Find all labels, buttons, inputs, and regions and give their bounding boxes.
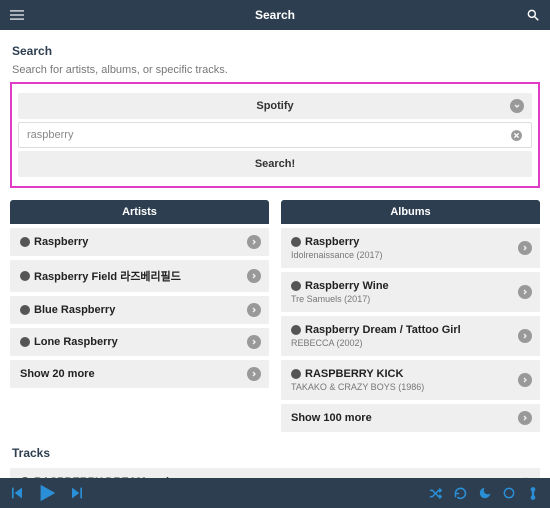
shuffle-icon[interactable] xyxy=(428,486,443,501)
track-row[interactable]: RASPBERRY DREAM-revive- xyxy=(10,468,540,478)
albums-header: Albums xyxy=(281,200,540,224)
album-name: Raspberry Wine xyxy=(305,280,389,292)
spotify-icon xyxy=(20,271,30,281)
album-sub: Idolrenaissance (2017) xyxy=(291,250,512,260)
albums-show-more[interactable]: Show 100 more xyxy=(281,404,540,432)
album-name: Raspberry Dream / Tattoo Girl xyxy=(305,324,461,336)
spotify-icon xyxy=(20,305,30,315)
album-item[interactable]: Raspberry Wine Tre Samuels (2017) xyxy=(281,272,540,312)
prev-track-icon[interactable] xyxy=(10,485,26,501)
album-item[interactable]: RASPBERRY KICK TAKAKO & CRAZY BOYS (1986) xyxy=(281,360,540,400)
spotify-icon xyxy=(291,281,301,291)
artist-item[interactable]: Lone Raspberry xyxy=(10,328,269,356)
album-item[interactable]: Raspberry Idolrenaissance (2017) xyxy=(281,228,540,268)
results-columns: Artists Raspberry Raspberry Field 라즈베리필드 B… xyxy=(10,200,540,432)
artist-item[interactable]: Blue Raspberry xyxy=(10,296,269,324)
artist-item[interactable]: Raspberry Field 라즈베리필드 xyxy=(10,260,269,292)
circle-icon[interactable] xyxy=(502,486,516,500)
search-button[interactable]: Search! xyxy=(18,151,532,177)
artists-header: Artists xyxy=(10,200,269,224)
chevron-right-icon xyxy=(247,367,261,381)
search-button-label: Search! xyxy=(255,158,295,170)
search-panel: Spotify raspberry Search! xyxy=(10,82,540,188)
tracks-header: Tracks xyxy=(12,446,538,460)
page-subtitle: Search for artists, albums, or specific … xyxy=(12,64,538,76)
spotify-icon xyxy=(291,237,301,247)
chevron-right-icon xyxy=(247,269,261,283)
chevron-right-icon xyxy=(518,329,532,343)
spotify-icon xyxy=(291,325,301,335)
album-name: Raspberry xyxy=(305,236,359,248)
artists-column: Artists Raspberry Raspberry Field 라즈베리필드 B… xyxy=(10,200,269,432)
chevron-right-icon xyxy=(247,335,261,349)
page-header-title: Search xyxy=(0,8,550,22)
chevron-right-icon xyxy=(518,285,532,299)
artist-name: Blue Raspberry xyxy=(34,304,115,316)
chevron-right-icon xyxy=(247,235,261,249)
albums-column: Albums RaspberryIdolrenaissance (2017)Ra… xyxy=(281,200,540,432)
next-track-icon[interactable] xyxy=(68,485,84,501)
artist-name: Raspberry Field 라즈베리필드 xyxy=(34,268,181,284)
artist-item[interactable]: Raspberry xyxy=(10,228,269,256)
chevron-right-icon xyxy=(518,241,532,255)
repeat-icon[interactable] xyxy=(453,486,468,501)
artist-name: Raspberry xyxy=(34,236,88,248)
menu-icon[interactable] xyxy=(10,8,24,22)
page-title: Search xyxy=(12,44,538,58)
artists-more-label: Show 20 more xyxy=(20,368,95,380)
spotify-icon xyxy=(20,337,30,347)
album-sub: REBECCA (2002) xyxy=(291,338,512,348)
top-bar: Search xyxy=(0,0,550,30)
artist-name: Lone Raspberry xyxy=(34,336,118,348)
provider-label: Spotify xyxy=(256,100,293,112)
album-name: RASPBERRY KICK xyxy=(305,368,403,380)
player-bar xyxy=(0,478,550,508)
chevron-right-icon xyxy=(247,303,261,317)
artists-show-more[interactable]: Show 20 more xyxy=(10,360,269,388)
chevron-right-icon xyxy=(518,411,532,425)
album-sub: Tre Samuels (2017) xyxy=(291,294,512,304)
content-scroll[interactable]: Search Search for artists, albums, or sp… xyxy=(0,30,550,478)
search-input[interactable]: raspberry xyxy=(18,122,532,148)
clear-icon[interactable] xyxy=(510,129,523,142)
album-item[interactable]: Raspberry Dream / Tattoo Girl REBECCA (20… xyxy=(281,316,540,356)
album-sub: TAKAKO & CRAZY BOYS (1986) xyxy=(291,382,512,392)
spotify-icon xyxy=(291,369,301,379)
search-input-value: raspberry xyxy=(27,129,73,141)
albums-more-label: Show 100 more xyxy=(291,412,372,424)
spotify-icon xyxy=(20,237,30,247)
volume-icon[interactable] xyxy=(526,485,540,502)
chevron-right-icon xyxy=(518,373,532,387)
provider-selector[interactable]: Spotify xyxy=(18,93,532,119)
search-icon[interactable] xyxy=(526,8,540,22)
chevron-down-icon xyxy=(510,99,524,113)
moon-icon[interactable] xyxy=(478,486,492,500)
play-icon[interactable] xyxy=(36,482,58,504)
